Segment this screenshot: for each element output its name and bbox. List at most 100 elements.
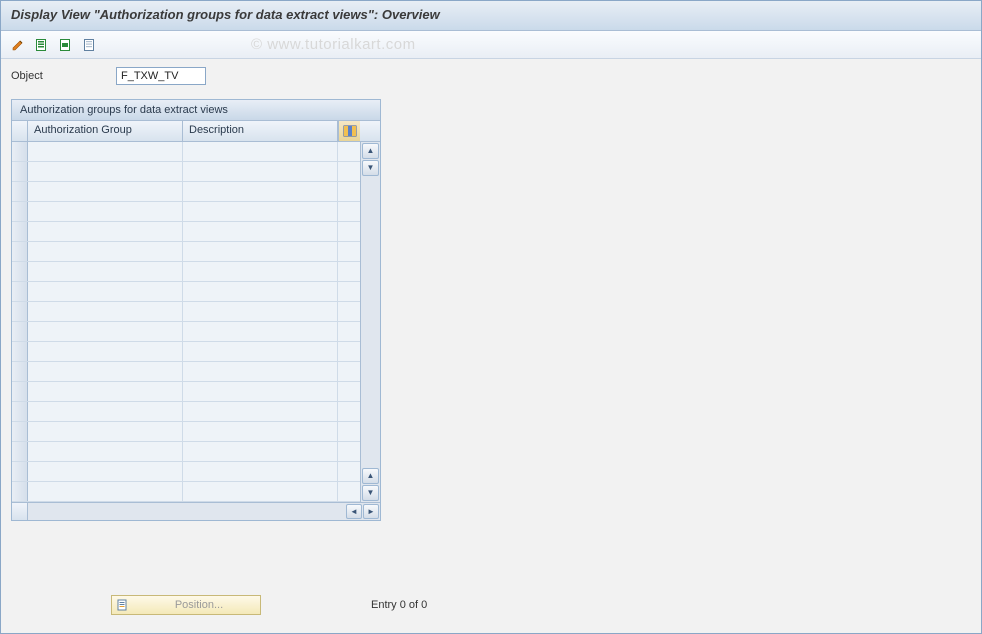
select-block-button[interactable] [55, 35, 77, 55]
footer-row: Position... Entry 0 of 0 [111, 595, 427, 615]
row-selector[interactable] [12, 462, 28, 481]
cell-description[interactable] [183, 162, 338, 181]
object-field-row: Object [11, 67, 971, 85]
cell-description[interactable] [183, 342, 338, 361]
table-row[interactable] [12, 382, 360, 402]
table-row[interactable] [12, 262, 360, 282]
column-header-auth-group[interactable]: Authorization Group [28, 121, 183, 141]
table-row[interactable] [12, 202, 360, 222]
row-selector[interactable] [12, 222, 28, 241]
row-selector[interactable] [12, 382, 28, 401]
row-selector[interactable] [12, 482, 28, 501]
table-row[interactable] [12, 442, 360, 462]
table-row[interactable] [12, 182, 360, 202]
row-selector[interactable] [12, 342, 28, 361]
chevron-right-icon: ► [367, 508, 375, 516]
table-row[interactable] [12, 302, 360, 322]
row-selector[interactable] [12, 362, 28, 381]
scroll-left-button[interactable]: ◄ [346, 504, 362, 519]
cell-description[interactable] [183, 462, 338, 481]
cell-description[interactable] [183, 262, 338, 281]
cell-description[interactable] [183, 282, 338, 301]
row-selector[interactable] [12, 242, 28, 261]
row-selector[interactable] [12, 282, 28, 301]
cell-auth-group[interactable] [28, 322, 183, 341]
table-row[interactable] [12, 322, 360, 342]
cell-description[interactable] [183, 142, 338, 161]
table-row[interactable] [12, 402, 360, 422]
row-selector[interactable] [12, 422, 28, 441]
column-headers: Authorization Group Description [12, 121, 380, 142]
table-row[interactable] [12, 162, 360, 182]
cell-description[interactable] [183, 382, 338, 401]
row-selector[interactable] [12, 302, 28, 321]
cell-auth-group[interactable] [28, 242, 183, 261]
cell-description[interactable] [183, 442, 338, 461]
cell-auth-group[interactable] [28, 462, 183, 481]
cell-description[interactable] [183, 202, 338, 221]
hscroll-corner [12, 503, 28, 520]
scroll-down-button[interactable]: ▼ [362, 485, 379, 501]
cell-description[interactable] [183, 302, 338, 321]
cell-auth-group[interactable] [28, 282, 183, 301]
row-selector[interactable] [12, 262, 28, 281]
row-selector[interactable] [12, 142, 28, 161]
scroll-up-button[interactable]: ▲ [362, 143, 379, 159]
table-title: Authorization groups for data extract vi… [12, 100, 380, 121]
table-row[interactable] [12, 482, 360, 502]
cell-auth-group[interactable] [28, 342, 183, 361]
row-selector[interactable] [12, 322, 28, 341]
table-row[interactable] [12, 422, 360, 442]
row-selector[interactable] [12, 162, 28, 181]
row-selector[interactable] [12, 402, 28, 421]
table-row[interactable] [12, 342, 360, 362]
table-settings-button[interactable] [338, 121, 360, 141]
cell-description[interactable] [183, 362, 338, 381]
cell-auth-group[interactable] [28, 182, 183, 201]
pencil-icon [11, 38, 25, 52]
cell-description[interactable] [183, 482, 338, 501]
cell-auth-group[interactable] [28, 222, 183, 241]
select-block-icon [59, 38, 73, 52]
cell-auth-group[interactable] [28, 302, 183, 321]
position-button[interactable]: Position... [111, 595, 261, 615]
table-row[interactable] [12, 362, 360, 382]
cell-description[interactable] [183, 402, 338, 421]
cell-auth-group[interactable] [28, 422, 183, 441]
table-row[interactable] [12, 222, 360, 242]
table-row[interactable] [12, 242, 360, 262]
cell-auth-group[interactable] [28, 382, 183, 401]
scroll-down-button-2[interactable]: ▲ [362, 468, 379, 484]
object-input[interactable] [116, 67, 206, 85]
hscroll-track[interactable]: ◄ ► [198, 503, 380, 520]
cell-description[interactable] [183, 182, 338, 201]
row-selector[interactable] [12, 202, 28, 221]
vertical-scrollbar[interactable]: ▲ ▼ ▲ ▼ [360, 142, 380, 502]
cell-description[interactable] [183, 422, 338, 441]
cell-auth-group[interactable] [28, 142, 183, 161]
cell-description[interactable] [183, 222, 338, 241]
cell-auth-group[interactable] [28, 402, 183, 421]
application-toolbar: © www.tutorialkart.com [1, 31, 981, 59]
change-display-button[interactable] [7, 35, 29, 55]
cell-auth-group[interactable] [28, 362, 183, 381]
cell-auth-group[interactable] [28, 202, 183, 221]
cell-auth-group[interactable] [28, 262, 183, 281]
cell-auth-group[interactable] [28, 482, 183, 501]
row-selector[interactable] [12, 442, 28, 461]
select-all-button[interactable] [31, 35, 53, 55]
select-column-header[interactable] [12, 121, 28, 141]
cell-auth-group[interactable] [28, 442, 183, 461]
scroll-right-button[interactable]: ► [363, 504, 379, 519]
table-row[interactable] [12, 142, 360, 162]
deselect-all-button[interactable] [79, 35, 101, 55]
table-row[interactable] [12, 282, 360, 302]
column-header-description[interactable]: Description [183, 121, 338, 141]
horizontal-scrollbar[interactable]: ◄ ► [12, 502, 380, 520]
scroll-up-button-2[interactable]: ▼ [362, 160, 379, 176]
table-row[interactable] [12, 462, 360, 482]
cell-description[interactable] [183, 242, 338, 261]
row-selector[interactable] [12, 182, 28, 201]
cell-description[interactable] [183, 322, 338, 341]
cell-auth-group[interactable] [28, 162, 183, 181]
